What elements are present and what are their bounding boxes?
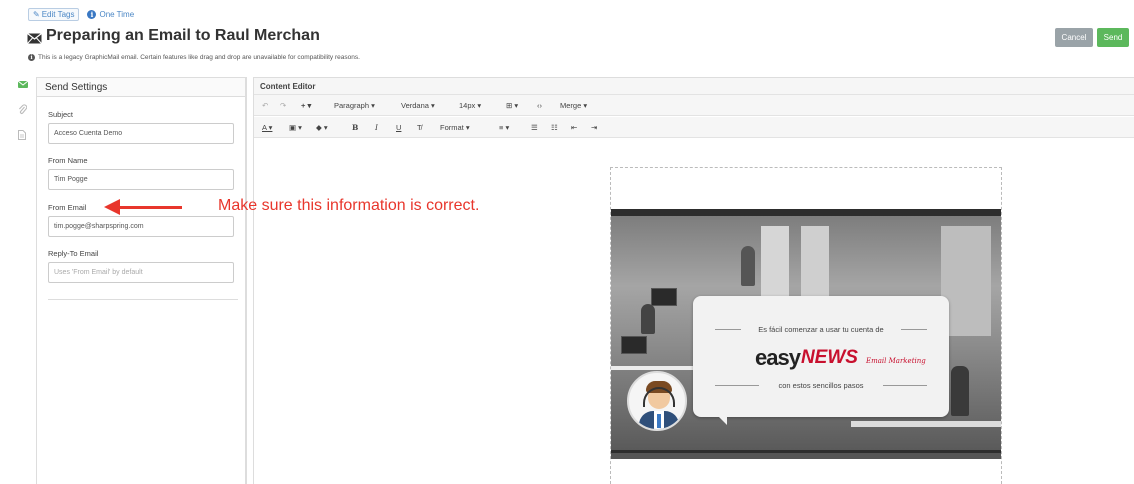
table-icon[interactable]: ⊞ ▾ <box>506 101 518 110</box>
edit-icon: ✎ <box>33 10 40 19</box>
indent-icon[interactable]: ⇥ <box>591 123 597 132</box>
annotation-arrow-shaft <box>118 206 182 209</box>
paperclip-icon[interactable] <box>18 104 28 117</box>
outdent-icon[interactable]: ⇤ <box>571 123 577 132</box>
speech-bubble: Es fácil comenzar a usar tu cuenta de ea… <box>693 296 949 417</box>
from-name-label: From Name <box>48 156 88 165</box>
underline-button[interactable]: U <box>396 123 401 132</box>
info-icon: i <box>28 54 35 61</box>
annotation-text: Make sure this information is correct. <box>218 197 480 214</box>
envelope-icon[interactable] <box>17 80 29 90</box>
code-icon[interactable]: ‹› <box>537 101 542 110</box>
size-label: 14px <box>459 101 476 110</box>
editor-toolbar-1: ↶ ↷ + ▾ Paragraph ▾ Verdana ▾ 14px ▾ ⊞ ▾… <box>254 95 1134 116</box>
info-icon: i <box>87 10 97 19</box>
merge-label: Merge <box>560 101 582 110</box>
legacy-note-text: This is a legacy GraphicMail email. Cert… <box>38 54 360 61</box>
from-email-label: From Email <box>48 203 87 212</box>
undo-icon[interactable]: ↶ <box>262 101 268 110</box>
cancel-button[interactable]: Cancel <box>1055 28 1093 47</box>
paragraph-dropdown[interactable]: Paragraph ▾ <box>334 101 375 110</box>
sidebar-icon-strip <box>8 78 32 484</box>
send-button[interactable]: Send <box>1097 28 1129 47</box>
from-name-input[interactable]: Tim Pogge <box>48 169 234 190</box>
top-links: ✎ Edit Tags i One Time <box>28 8 134 21</box>
clear-format-icon[interactable]: T̸ <box>417 123 422 132</box>
panel-divider <box>48 299 238 300</box>
email-preview[interactable]: Es fácil comenzar a usar tu cuenta de ea… <box>610 167 1002 484</box>
easynews-logo: easy NEWS <box>755 345 858 370</box>
italic-button[interactable]: I <box>375 123 378 132</box>
reply-to-label: Reply-To Email <box>48 249 99 258</box>
editor-toolbar-2: A ▾ ▣ ▾ ◆ ▾ B I U T̸ Format ▾ ≡ ▾ ☰ ☷ ⇤ … <box>254 117 1134 138</box>
speech-bubble-tail <box>713 411 727 425</box>
format-label: Format <box>440 123 464 132</box>
text-color-icon[interactable]: A ▾ <box>262 123 272 132</box>
align-icon[interactable]: ≡ ▾ <box>499 123 509 132</box>
redo-icon[interactable]: ↷ <box>280 101 286 110</box>
support-agent-avatar <box>627 371 687 431</box>
edit-tags-link[interactable]: ✎ Edit Tags <box>28 8 80 21</box>
send-settings-panel: Send Settings Subject Acceso Cuenta Demo… <box>36 77 247 484</box>
hero-banner: Es fácil comenzar a usar tu cuenta de ea… <box>611 209 1001 453</box>
merge-dropdown[interactable]: Merge ▾ <box>560 101 587 110</box>
bold-button[interactable]: B <box>352 123 358 132</box>
hero-bottom-bar <box>611 453 1001 459</box>
legacy-note: i This is a legacy GraphicMail email. Ce… <box>28 54 360 61</box>
font-dropdown[interactable]: Verdana ▾ <box>401 101 435 110</box>
subject-input[interactable]: Acceso Cuenta Demo <box>48 123 234 144</box>
format-dropdown[interactable]: Format ▾ <box>440 123 470 132</box>
logo-subtitle: Email Marketing <box>866 357 926 365</box>
reply-to-input[interactable]: Uses 'From Email' by default <box>48 262 234 283</box>
email-steps-text: con estos sencillos pasos <box>778 381 864 390</box>
content-editor-title: Content Editor <box>254 77 1134 95</box>
font-label: Verdana <box>401 101 429 110</box>
envelope-icon <box>27 31 42 44</box>
content-editor: Content Editor ↶ ↷ + ▾ Paragraph ▾ Verda… <box>253 77 1134 484</box>
from-email-input[interactable]: tim.pogge@sharpspring.com <box>48 216 234 237</box>
email-intro-text: Es fácil comenzar a usar tu cuenta de <box>758 325 884 334</box>
background-color-icon[interactable]: ▣ ▾ <box>289 123 302 132</box>
insert-plus-icon[interactable]: + ▾ <box>301 101 311 110</box>
fill-bucket-icon[interactable]: ◆ ▾ <box>316 123 328 132</box>
paragraph-label: Paragraph <box>334 101 370 110</box>
subject-label: Subject <box>48 110 74 119</box>
bullet-list-icon[interactable]: ☰ <box>531 123 538 132</box>
one-time-link[interactable]: i One Time <box>87 10 134 19</box>
edit-tags-label: Edit Tags <box>41 10 75 19</box>
size-dropdown[interactable]: 14px ▾ <box>459 101 481 110</box>
numbered-list-icon[interactable]: ☷ <box>551 123 558 132</box>
document-icon[interactable] <box>18 130 26 142</box>
one-time-label: One Time <box>99 10 135 19</box>
send-settings-title: Send Settings <box>37 77 245 97</box>
page-title-text: Preparing an Email to Raul Merchan <box>46 27 320 44</box>
page-title: Preparing an Email to Raul Merchan <box>27 27 320 45</box>
